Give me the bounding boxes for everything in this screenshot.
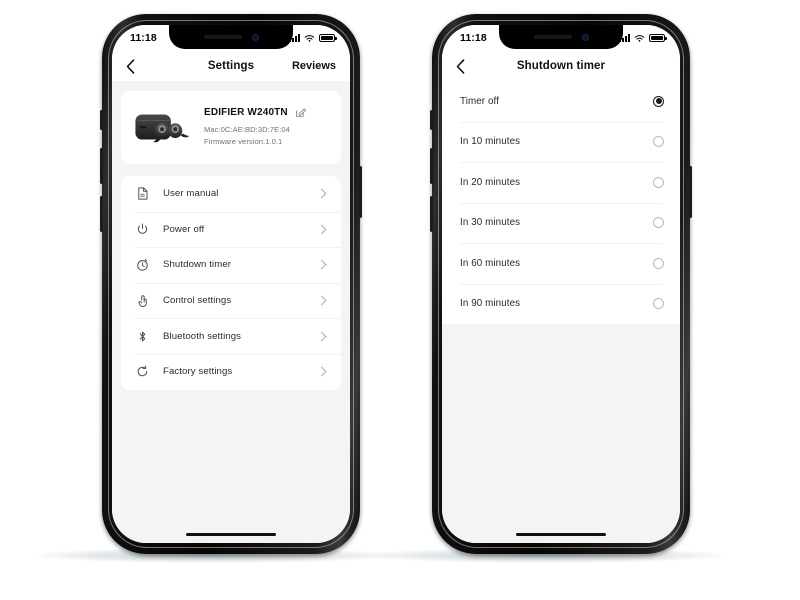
phone-right: 11:18 Shutdown timer Timer off In 10 min… — [430, 14, 692, 554]
notch — [169, 25, 293, 49]
earpiece-speaker-icon — [203, 35, 242, 39]
phone-left: 11:18 Settings Reviews EDIFIER W240TN Ma… — [100, 14, 362, 554]
chevron-right-icon — [316, 224, 327, 235]
menu-item-bluetooth-settings[interactable]: Bluetooth settings — [121, 318, 341, 354]
menu-label: Factory settings — [163, 366, 233, 378]
option-timer-off[interactable]: Timer off — [442, 81, 680, 122]
menu-label: Bluetooth settings — [163, 330, 242, 342]
chevron-right-icon — [316, 260, 327, 270]
phone-left-screen: 11:18 Settings Reviews EDIFIER W240TN Ma… — [112, 25, 350, 543]
menu-item-power-off[interactable]: Power off — [121, 211, 341, 248]
volume-down-button[interactable] — [100, 196, 103, 232]
option-label: In 90 minutes — [460, 298, 521, 310]
menu-item-factory-settings[interactable]: Factory settings — [121, 353, 341, 390]
device-name: EDIFIER W240TN — [204, 107, 288, 119]
power-button[interactable] — [689, 166, 692, 218]
silent-switch[interactable] — [100, 110, 103, 130]
option-label: Timer off — [460, 95, 500, 107]
device-details: EDIFIER W240TN Mac:0C:AE:BD:3D:7E:04 Fir… — [204, 107, 329, 147]
chevron-right-icon — [316, 188, 327, 199]
battery-icon — [319, 34, 337, 42]
front-camera-icon — [251, 33, 259, 41]
bluetooth-icon — [135, 329, 150, 344]
power-icon — [135, 222, 150, 237]
settings-menu-card: User manual Power off Shutdown timer Con… — [121, 176, 341, 390]
document-icon — [135, 186, 150, 201]
radio-button-selected[interactable] — [653, 95, 664, 107]
volume-down-button[interactable] — [430, 196, 433, 232]
nav-bar-left: Settings Reviews — [112, 51, 350, 81]
menu-item-shutdown-timer[interactable]: Shutdown timer — [121, 247, 341, 283]
menu-label: User manual — [163, 188, 219, 200]
timer-icon — [135, 257, 150, 272]
option-in-60-minutes[interactable]: In 60 minutes — [442, 243, 680, 284]
option-in-10-minutes[interactable]: In 10 minutes — [442, 121, 680, 163]
device-mac: Mac:0C:AE:BD:3D:7E:04 — [204, 125, 290, 135]
radio-button[interactable] — [653, 298, 664, 310]
menu-label: Control settings — [163, 295, 232, 307]
reset-icon — [135, 364, 150, 379]
content-left: EDIFIER W240TN Mac:0C:AE:BD:3D:7E:04 Fir… — [112, 91, 350, 543]
earpiece-speaker-icon — [533, 35, 572, 39]
phone-right-screen: 11:18 Shutdown timer Timer off In 10 min… — [442, 25, 680, 543]
status-time: 11:18 — [460, 32, 487, 44]
option-in-90-minutes[interactable]: In 90 minutes — [442, 283, 680, 325]
radio-button[interactable] — [653, 217, 664, 229]
notch — [499, 25, 623, 49]
chevron-right-icon — [316, 366, 327, 377]
wifi-icon — [634, 34, 645, 42]
home-indicator[interactable] — [516, 532, 606, 536]
touch-icon — [135, 293, 150, 308]
radio-button[interactable] — [653, 136, 664, 148]
device-meta: Mac:0C:AE:BD:3D:7E:04 Firmware version:1… — [204, 124, 329, 147]
chevron-right-icon — [316, 295, 327, 306]
menu-item-control-settings[interactable]: Control settings — [121, 282, 341, 319]
earbuds-case-icon — [131, 104, 193, 150]
volume-up-button[interactable] — [100, 148, 103, 184]
chevron-right-icon — [316, 331, 327, 342]
menu-label: Power off — [163, 223, 205, 235]
battery-icon — [649, 34, 667, 42]
device-name-row: EDIFIER W240TN — [204, 107, 329, 118]
status-icons — [289, 34, 337, 43]
menu-item-user-manual[interactable]: User manual — [121, 176, 341, 212]
option-label: In 10 minutes — [460, 136, 521, 148]
device-firmware: Firmware version:1.0.1 — [204, 136, 283, 146]
page-title: Shutdown timer — [516, 60, 606, 72]
reviews-link[interactable]: Reviews — [292, 60, 336, 72]
radio-button[interactable] — [653, 176, 664, 188]
content-right: Timer off In 10 minutes In 20 minutes In… — [442, 81, 680, 543]
status-time: 11:18 — [130, 32, 157, 44]
volume-up-button[interactable] — [430, 148, 433, 184]
edit-pencil-icon[interactable] — [295, 107, 306, 118]
home-indicator[interactable] — [186, 532, 276, 536]
option-in-20-minutes[interactable]: In 20 minutes — [442, 162, 680, 203]
menu-label: Shutdown timer — [163, 259, 232, 271]
nav-bar-right: Shutdown timer — [442, 51, 680, 81]
page-root: 11:18 Settings Reviews EDIFIER W240TN Ma… — [0, 0, 800, 600]
option-label: In 60 minutes — [460, 257, 521, 269]
option-label: In 20 minutes — [460, 176, 521, 188]
option-in-30-minutes[interactable]: In 30 minutes — [442, 202, 680, 244]
device-info-card: EDIFIER W240TN Mac:0C:AE:BD:3D:7E:04 Fir… — [121, 91, 341, 164]
radio-button[interactable] — [653, 257, 664, 269]
front-camera-icon — [581, 33, 589, 41]
power-button[interactable] — [359, 166, 362, 218]
option-label: In 30 minutes — [460, 217, 521, 229]
silent-switch[interactable] — [430, 110, 433, 130]
shutdown-timer-options: Timer off In 10 minutes In 20 minutes In… — [442, 81, 680, 324]
status-icons — [619, 34, 667, 43]
wifi-icon — [304, 34, 315, 42]
